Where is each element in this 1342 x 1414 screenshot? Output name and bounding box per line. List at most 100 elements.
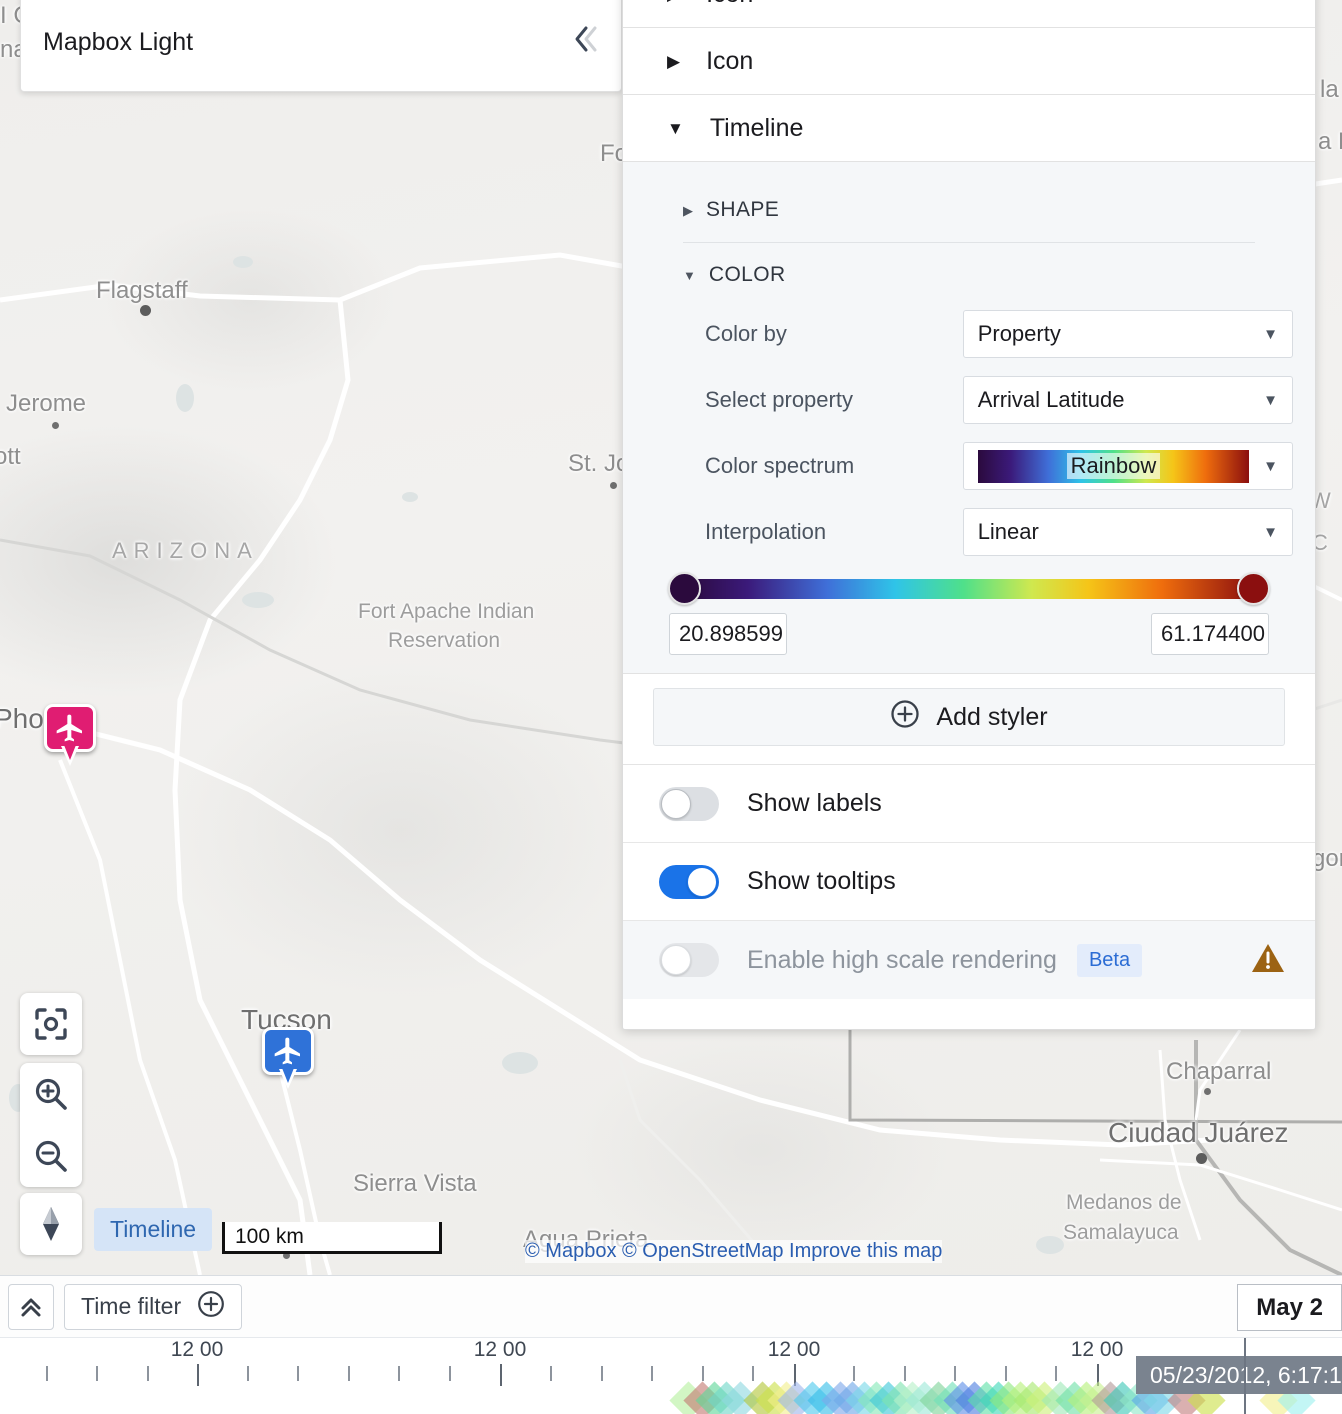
high-scale-rendering-toggle[interactable] (659, 943, 719, 977)
show-tooltips-toggle[interactable] (659, 864, 719, 899)
zoom-out-button[interactable] (20, 1125, 82, 1187)
phoenix-airport-marker[interactable] (44, 704, 100, 766)
color-spectrum-value: Rainbow (1066, 453, 1161, 479)
chevron-down-icon: ▼ (1263, 325, 1278, 343)
plus-circle-icon (890, 699, 920, 736)
toggle-row-show-tooltips[interactable]: Show tooltips (623, 843, 1315, 921)
map-style-label: Mapbox Light (43, 27, 194, 56)
section-color[interactable]: ▼ COLOR (645, 249, 1293, 301)
ruler-tick-minor (651, 1366, 653, 1381)
caret-right-icon: ▶ (683, 202, 693, 218)
accordion-icon-1-label: Icon (706, 0, 753, 9)
chevron-down-icon: ▼ (1263, 457, 1278, 475)
select-property-select[interactable]: Arrival Latitude ▼ (962, 376, 1293, 424)
ruler-tick-minor (1005, 1366, 1007, 1381)
show-labels-toggle[interactable] (659, 786, 719, 821)
field-select-property: Select property Arrival Latitude ▼ (645, 367, 1293, 433)
timeline-cursor-line[interactable] (1244, 1338, 1246, 1414)
time-filter-label: Time filter (81, 1293, 182, 1319)
field-interpolation: Interpolation Linear ▼ (645, 499, 1293, 565)
timeline-chip[interactable]: Timeline (94, 1208, 213, 1251)
plus-circle-icon (197, 1290, 225, 1324)
timeline-toolbar: Time filter May 2 (0, 1276, 1342, 1338)
date-range-box[interactable]: May 2 (1237, 1284, 1342, 1331)
time-filter-button[interactable]: Time filter (64, 1283, 243, 1330)
toggle-row-show-labels[interactable]: Show labels (623, 765, 1315, 843)
timeline-ruler[interactable]: 12 00 12 00 12 00 12 00 05/23/2012, 6:17:13 … (0, 1338, 1342, 1414)
accordion-timeline-label: Timeline (709, 113, 804, 142)
caret-right-icon: ▶ (667, 0, 680, 3)
double-chevron-up-icon (21, 1298, 41, 1316)
add-styler-label: Add styler (936, 702, 1048, 731)
accordion-icon-2-label: Icon (706, 46, 754, 75)
timeline-styler-body: ▶ SHAPE ▼ COLOR Color by Property ▼ Sele… (623, 162, 1315, 674)
city-dot-chaparral (1204, 1088, 1211, 1095)
ruler-tick-major (500, 1364, 502, 1386)
ruler-tick-minor (449, 1366, 451, 1381)
map-style-selector[interactable]: Mapbox Light (20, 0, 622, 92)
add-styler-button[interactable]: Add styler (653, 688, 1285, 746)
zoom-controls-group[interactable] (20, 1063, 82, 1187)
accordion-icon-2[interactable]: ▶ Icon (623, 28, 1315, 95)
interpolation-select[interactable]: Linear ▼ (962, 508, 1293, 556)
field-color-by-label: Color by (705, 321, 787, 346)
toggle-knob (687, 866, 717, 897)
collapse-timeline-button[interactable] (8, 1283, 54, 1330)
range-knob-max[interactable] (1237, 572, 1270, 605)
ruler-tick-minor (904, 1366, 906, 1381)
compass-button[interactable] (20, 1193, 82, 1255)
map-scale-bar: 100 km (222, 1222, 442, 1254)
toggle-knob (661, 945, 691, 975)
ruler-tick-label: 12 00 (767, 1338, 821, 1361)
ruler-tick-minor (702, 1366, 704, 1381)
range-max-input[interactable]: 61.174400 (1151, 613, 1269, 655)
section-shape[interactable]: ▶ SHAPE (645, 184, 1293, 236)
accordion-icon-1[interactable]: ▶ Icon (623, 0, 1315, 28)
high-scale-rendering-label: Enable high scale rendering (747, 945, 1057, 974)
ruler-tick-minor (348, 1366, 350, 1381)
tucson-airport-marker[interactable] (262, 1027, 318, 1089)
ruler-tick-minor (147, 1366, 149, 1381)
city-dot-ciudad-juarez (1196, 1153, 1207, 1164)
caret-right-icon: ▶ (667, 51, 681, 71)
airplane-icon (56, 714, 82, 742)
timeline-cursor-tooltip: 05/23/2012, 6:17:13 P (1136, 1356, 1342, 1394)
timeline-bar[interactable]: Time filter May 2 12 00 12 00 12 00 12 00 05… (0, 1275, 1342, 1414)
ruler-tick-minor (297, 1366, 299, 1381)
field-color-spectrum-label: Color spectrum (705, 453, 855, 478)
city-dot-flagstaff (140, 305, 151, 316)
toggle-row-high-scale-rendering[interactable]: Enable high scale rendering Beta (623, 921, 1315, 999)
panel-scrollbar[interactable] (1309, 0, 1315, 1029)
color-by-value: Property (977, 321, 1061, 346)
color-by-select[interactable]: Property ▼ (962, 310, 1293, 358)
color-spectrum-select[interactable]: Rainbow ▼ (962, 442, 1293, 490)
color-range-slider[interactable] (668, 572, 1270, 605)
section-divider (683, 242, 1255, 243)
interpolation-value: Linear (977, 519, 1039, 544)
range-min-input[interactable]: 20.898599 (669, 613, 787, 655)
color-range-control[interactable]: 20.898599 61.174400 (645, 565, 1293, 655)
chevron-left-right-icon (573, 24, 599, 61)
caret-down-icon: ▼ (667, 118, 684, 138)
airplane-icon (274, 1037, 300, 1065)
chevron-down-icon: ▼ (1263, 391, 1278, 409)
ruler-tick-minor (46, 1366, 48, 1381)
fit-bounds-button[interactable] (20, 993, 82, 1055)
magnifier-plus-icon (35, 1078, 67, 1110)
crop-frame-icon (35, 1008, 67, 1040)
select-property-value: Arrival Latitude (977, 387, 1125, 412)
magnifier-minus-icon (35, 1140, 67, 1172)
map-attribution[interactable]: © Mapbox © OpenStreetMap Improve this ma… (525, 1240, 943, 1263)
chevron-down-icon: ▼ (1263, 523, 1278, 541)
accordion-timeline[interactable]: ▼ Timeline (623, 95, 1315, 162)
section-shape-label: SHAPE (706, 198, 780, 221)
warning-triangle-icon[interactable] (1251, 942, 1285, 979)
zoom-in-button[interactable] (20, 1063, 82, 1125)
range-knob-min[interactable] (668, 572, 701, 605)
ruler-tick-minor (601, 1366, 603, 1381)
show-tooltips-label: Show tooltips (747, 867, 896, 895)
ruler-tick-label: 12 00 (170, 1338, 224, 1361)
layer-styler-panel[interactable]: ▶ Icon ▶ Icon ▼ Timeline ▶ SHAPE ▼ COLOR… (622, 0, 1316, 1030)
range-inputs: 20.898599 61.174400 (669, 613, 1269, 655)
ruler-tick-minor (247, 1366, 249, 1381)
